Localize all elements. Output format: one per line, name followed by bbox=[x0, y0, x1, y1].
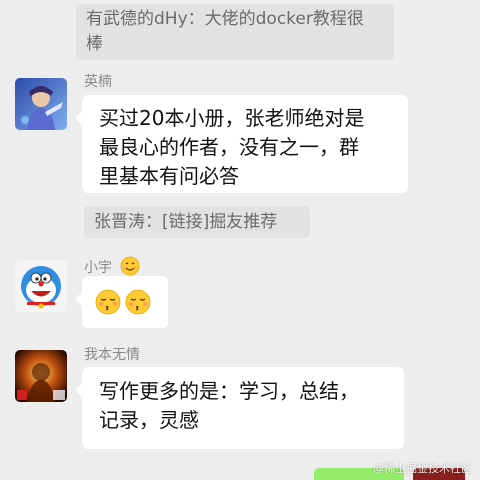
quoted-message-link[interactable]: 张晋涛：[链接]掘友推荐 bbox=[84, 206, 310, 238]
message-line: 写作更多的是：学习，总结， bbox=[99, 379, 359, 403]
chat-screen: 有武德的dHy：大佬的docker教程很 棒 英楠 买过20本小册，张老师绝对是… bbox=[0, 0, 480, 480]
quoted-message-top-line2: 棒 bbox=[86, 34, 103, 54]
watermark: @稀土掘金技术社区 bbox=[373, 462, 472, 475]
kissing-face-icon bbox=[95, 289, 121, 314]
avatar-wobenwuqing[interactable] bbox=[15, 350, 67, 402]
smiling-face-icon bbox=[121, 256, 140, 276]
avatar-wobenwuqing-image bbox=[15, 350, 67, 402]
sender-name-yingnan: 英楠 bbox=[84, 74, 112, 90]
kissing-face-icon bbox=[125, 289, 151, 314]
sender-name-xiaoyu-text: 小宇 bbox=[84, 260, 112, 276]
quoted-message-top[interactable]: 有武德的dHy：大佬的docker教程很 棒 bbox=[76, 4, 394, 60]
avatar-xiaoyu-image bbox=[15, 260, 67, 312]
message-line: 买过20本小册，张老师绝对是 bbox=[99, 106, 365, 130]
avatar-yingnan[interactable] bbox=[15, 78, 67, 130]
avatar-yingnan-image bbox=[15, 78, 67, 130]
message-line: 记录，灵感 bbox=[99, 408, 199, 432]
sender-name-xiaoyu: 小宇 bbox=[84, 256, 140, 277]
message-bubble-yingnan[interactable]: 买过20本小册，张老师绝对是 最良心的作者，没有之一，群 里基本有问必答 bbox=[75, 95, 408, 193]
message-line: 里基本有问必答 bbox=[99, 164, 239, 188]
message-line: 最良心的作者，没有之一，群 bbox=[99, 135, 359, 159]
sender-name-wobenwuqing: 我本无情 bbox=[84, 347, 140, 363]
quoted-message-top-line1: 有武德的dHy：大佬的docker教程很 bbox=[86, 9, 364, 29]
message-bubble-xiaoyu[interactable] bbox=[75, 276, 168, 328]
avatar-xiaoyu[interactable] bbox=[15, 260, 67, 312]
quoted-message-link-text: 张晋涛：[链接]掘友推荐 bbox=[94, 212, 278, 232]
message-bubble-wobenwuqing[interactable]: 写作更多的是：学习，总结， 记录，灵感 bbox=[75, 367, 404, 449]
